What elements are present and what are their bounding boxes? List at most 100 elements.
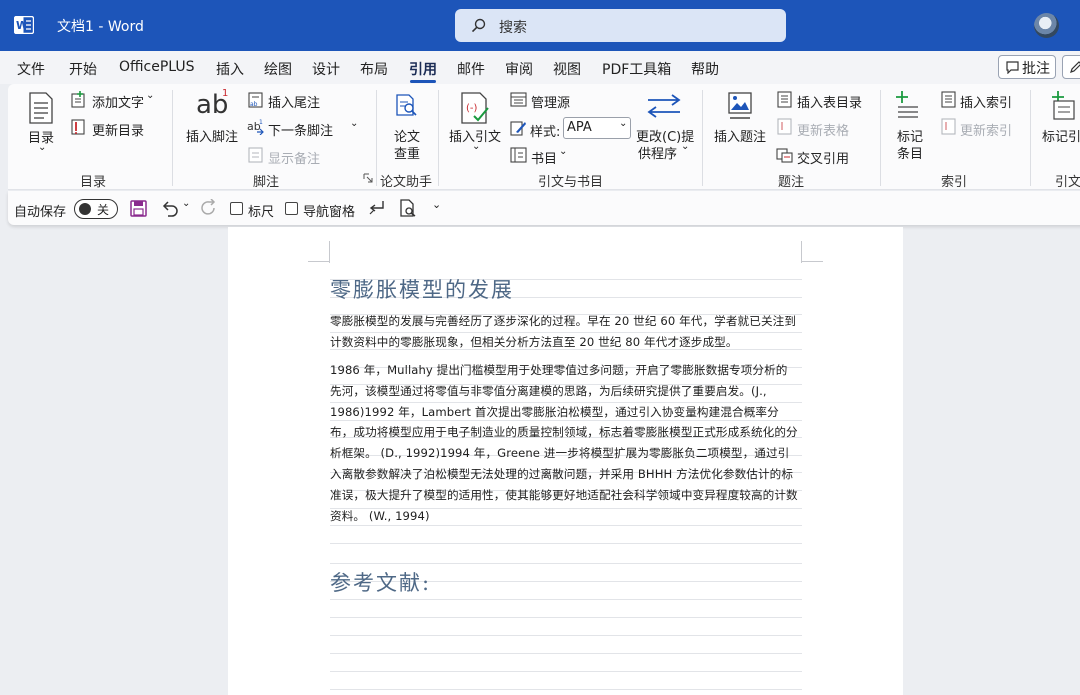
- gridline: [330, 563, 802, 564]
- insert-index-button[interactable]: 插入索引: [960, 92, 1012, 111]
- tab-pdf-tools[interactable]: PDF工具箱: [602, 59, 671, 79]
- document-page[interactable]: 零膨胀模型的发展 零膨胀模型的发展与完善经历了逐步深化的过程。早在 20 世纪 …: [228, 227, 903, 695]
- group-label-index: 索引: [941, 175, 968, 190]
- change-provider-button-line2[interactable]: 供程序: [638, 143, 677, 162]
- cross-reference-button[interactable]: 交叉引用: [797, 148, 849, 167]
- tab-layout[interactable]: 布局: [360, 59, 388, 79]
- mark-entry-button-line2[interactable]: 条目: [897, 143, 923, 162]
- crop-mark: [329, 241, 330, 263]
- comments-button[interactable]: 批注: [998, 55, 1056, 79]
- search-box[interactable]: 搜索: [455, 9, 786, 42]
- paper-check-button-line2[interactable]: 查重: [394, 143, 420, 162]
- update-toc-button[interactable]: 更新目录: [92, 120, 144, 139]
- style-icon: [510, 121, 526, 136]
- insert-endnote-icon: ab: [248, 92, 263, 108]
- gridline: [330, 653, 802, 654]
- group-label-toc: 目录: [80, 175, 107, 190]
- toc-dropdown-chevron-icon[interactable]: ⌄: [38, 142, 46, 153]
- navigation-pane-checkbox[interactable]: [285, 202, 298, 215]
- gridline: [330, 689, 802, 690]
- customize-toolbar-chevron-icon[interactable]: ⌄: [432, 198, 441, 211]
- group-label-captions: 题注: [778, 175, 805, 190]
- line-break-icon[interactable]: [368, 199, 386, 217]
- next-footnote-icon: ab 1: [247, 119, 264, 135]
- gridline: [330, 617, 802, 618]
- menu-bar: 文件 开始 OfficePLUS 插入 绘图 设计 布局 引用 邮件 审阅 视图…: [0, 51, 1080, 84]
- insert-caption-button[interactable]: 插入题注: [714, 126, 766, 145]
- paper-check-icon: [396, 94, 417, 116]
- bibliography-button[interactable]: 书目: [531, 148, 557, 167]
- editing-mode-button[interactable]: [1062, 55, 1080, 79]
- show-notes-button[interactable]: 显示备注: [268, 148, 320, 167]
- ruler-checkbox[interactable]: [230, 202, 243, 215]
- add-text-icon: [71, 91, 85, 108]
- tab-references[interactable]: 引用: [409, 59, 437, 79]
- style-select-value: APA: [567, 120, 592, 135]
- add-text-button[interactable]: 添加文字: [92, 92, 144, 111]
- quick-access-toolbar: 自动保存 关 ⌄ 标尺 导航窗格 ⌄: [8, 191, 1080, 225]
- ribbon-separator: [376, 90, 377, 186]
- next-footnote-button[interactable]: 下一条脚注: [268, 120, 333, 139]
- redo-icon[interactable]: [200, 199, 218, 217]
- next-footnote-chevron-icon[interactable]: ⌄: [350, 118, 358, 129]
- manage-sources-button[interactable]: 管理源: [531, 92, 570, 111]
- paragraph-history[interactable]: 1986 年，Mullahy 提出门槛模型用于处理零值过多问题，开启了零膨胀数据…: [330, 360, 798, 526]
- search-icon: [471, 18, 486, 33]
- change-provider-chevron-icon[interactable]: ⌄: [681, 141, 689, 152]
- tab-insert[interactable]: 插入: [216, 59, 244, 79]
- add-text-chevron-icon[interactable]: ⌄: [146, 90, 154, 101]
- insert-caption-icon: [728, 92, 752, 119]
- heading-zero-inflated-models[interactable]: 零膨胀模型的发展: [330, 274, 514, 304]
- svg-text:ab: ab: [250, 101, 258, 108]
- insert-table-of-figures-icon: [777, 91, 792, 108]
- update-index-button[interactable]: 更新索引: [960, 120, 1012, 139]
- undo-icon[interactable]: [161, 199, 179, 217]
- save-icon[interactable]: [130, 200, 147, 217]
- tab-home[interactable]: 开始: [69, 59, 97, 79]
- crop-mark: [308, 261, 330, 262]
- active-tab-indicator: [410, 80, 436, 83]
- style-select[interactable]: APA ⌄: [563, 117, 631, 139]
- undo-dropdown-chevron-icon[interactable]: ⌄: [182, 198, 190, 209]
- group-label-paper-assistant: 论文助手: [380, 175, 433, 190]
- tab-review[interactable]: 审阅: [505, 59, 533, 79]
- update-table-button[interactable]: 更新表格: [797, 120, 849, 139]
- group-label-citations: 引文与书目: [538, 175, 604, 190]
- pencil-icon: [1070, 61, 1080, 73]
- cross-reference-icon: [776, 148, 793, 163]
- tab-mailings[interactable]: 邮件: [457, 59, 485, 79]
- gridline: [330, 671, 802, 672]
- crop-mark: [801, 261, 823, 262]
- style-select-chevron-icon: ⌄: [619, 118, 628, 129]
- tab-help[interactable]: 帮助: [691, 59, 719, 79]
- paragraph-intro[interactable]: 零膨胀模型的发展与完善经历了逐步深化的过程。早在 20 世纪 60 年代，学者就…: [330, 311, 798, 353]
- comment-icon: [1006, 61, 1019, 74]
- autosave-toggle[interactable]: 关: [74, 199, 118, 219]
- manage-sources-icon: [510, 92, 527, 107]
- ribbon-references: 目录 ⌄ 添加文字 ⌄ 更新目录 目录 ab 1 插入脚注 ab 插入尾注 ab…: [8, 84, 1080, 190]
- word-app-icon[interactable]: W: [14, 16, 34, 34]
- insert-table-of-figures-button[interactable]: 插入表目录: [797, 92, 862, 111]
- print-preview-icon[interactable]: [399, 199, 417, 217]
- tab-design[interactable]: 设计: [312, 59, 340, 79]
- bibliography-chevron-icon[interactable]: ⌄: [559, 146, 567, 157]
- show-notes-icon: [248, 147, 263, 163]
- tab-officeplus[interactable]: OfficePLUS: [119, 59, 195, 75]
- insert-endnote-button[interactable]: 插入尾注: [268, 92, 320, 111]
- svg-text:(-): (-): [466, 103, 478, 114]
- search-label: 搜索: [499, 20, 527, 36]
- ruler-label: 标尺: [248, 205, 275, 220]
- document-title: 文档1 - Word: [57, 19, 144, 35]
- insert-citation-chevron-icon[interactable]: ⌄: [472, 141, 480, 152]
- mark-entry-icon: [896, 91, 918, 118]
- tab-view[interactable]: 视图: [553, 59, 581, 79]
- user-avatar[interactable]: [1034, 13, 1059, 38]
- tab-draw[interactable]: 绘图: [264, 59, 292, 79]
- tab-file[interactable]: 文件: [17, 59, 45, 79]
- mark-citation-button[interactable]: 标记引: [1042, 126, 1080, 145]
- footnote-superscript-icon: 1: [222, 88, 229, 99]
- heading-references[interactable]: 参考文献:: [330, 567, 431, 597]
- bibliography-icon: [510, 147, 527, 163]
- footnote-dialog-launcher-icon[interactable]: [363, 173, 373, 183]
- insert-footnote-button[interactable]: 插入脚注: [186, 126, 238, 145]
